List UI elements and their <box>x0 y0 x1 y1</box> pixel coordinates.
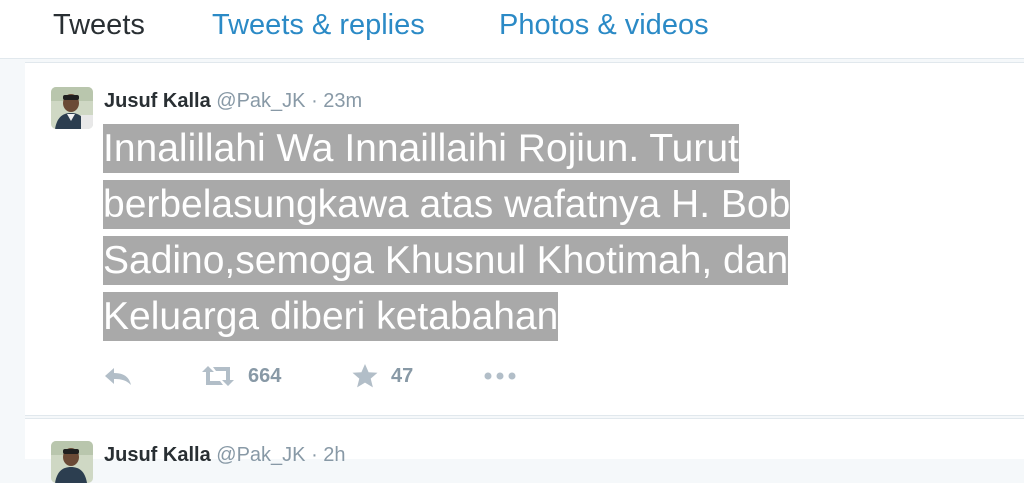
favorite-count: 47 <box>391 365 414 387</box>
tweet-timestamp[interactable]: 23m <box>323 90 362 112</box>
reply-button[interactable] <box>103 361 133 391</box>
tweet-timestamp[interactable]: 2h <box>323 444 345 466</box>
separator: · <box>311 90 318 112</box>
tweet-text: Innalillahi Wa Innaillaihi Rojiun. Turut… <box>103 121 943 345</box>
tweet-actions: 664 47 <box>103 361 603 391</box>
author-handle[interactable]: @Pak_JK <box>216 90 305 112</box>
retweet-icon <box>202 366 234 386</box>
tweet-card[interactable]: Jusuf Kalla @Pak_JK · 23m Innalillahi Wa… <box>25 62 1024 416</box>
tab-tweets-and-replies[interactable]: Tweets & replies <box>212 8 425 42</box>
separator: · <box>311 444 318 466</box>
favorite-button[interactable]: 47 <box>351 361 413 391</box>
more-dots-icon <box>484 372 516 380</box>
tab-tweets[interactable]: Tweets <box>53 8 145 42</box>
tweet-card[interactable]: Jusuf Kalla @Pak_JK · 2h <box>25 418 1024 483</box>
author-name[interactable]: Jusuf Kalla <box>104 444 211 466</box>
profile-tab-bar: Tweets Tweets & replies Photos & videos <box>0 0 1024 59</box>
more-button[interactable] <box>483 361 517 391</box>
tweet-header: Jusuf Kalla @Pak_JK · 23m <box>104 89 362 113</box>
retweet-count: 664 <box>248 365 282 387</box>
tab-photos-and-videos[interactable]: Photos & videos <box>499 8 709 42</box>
reply-icon <box>105 368 131 385</box>
avatar[interactable] <box>51 441 93 483</box>
author-name[interactable]: Jusuf Kalla <box>104 90 211 112</box>
author-handle[interactable]: @Pak_JK <box>216 444 305 466</box>
retweet-button[interactable]: 664 <box>200 361 281 391</box>
star-icon <box>352 364 378 388</box>
avatar[interactable] <box>51 87 93 129</box>
tweet-header: Jusuf Kalla @Pak_JK · 2h <box>104 443 346 467</box>
tweet-text-highlight: Innalillahi Wa Innaillaihi Rojiun. Turut… <box>103 124 791 341</box>
